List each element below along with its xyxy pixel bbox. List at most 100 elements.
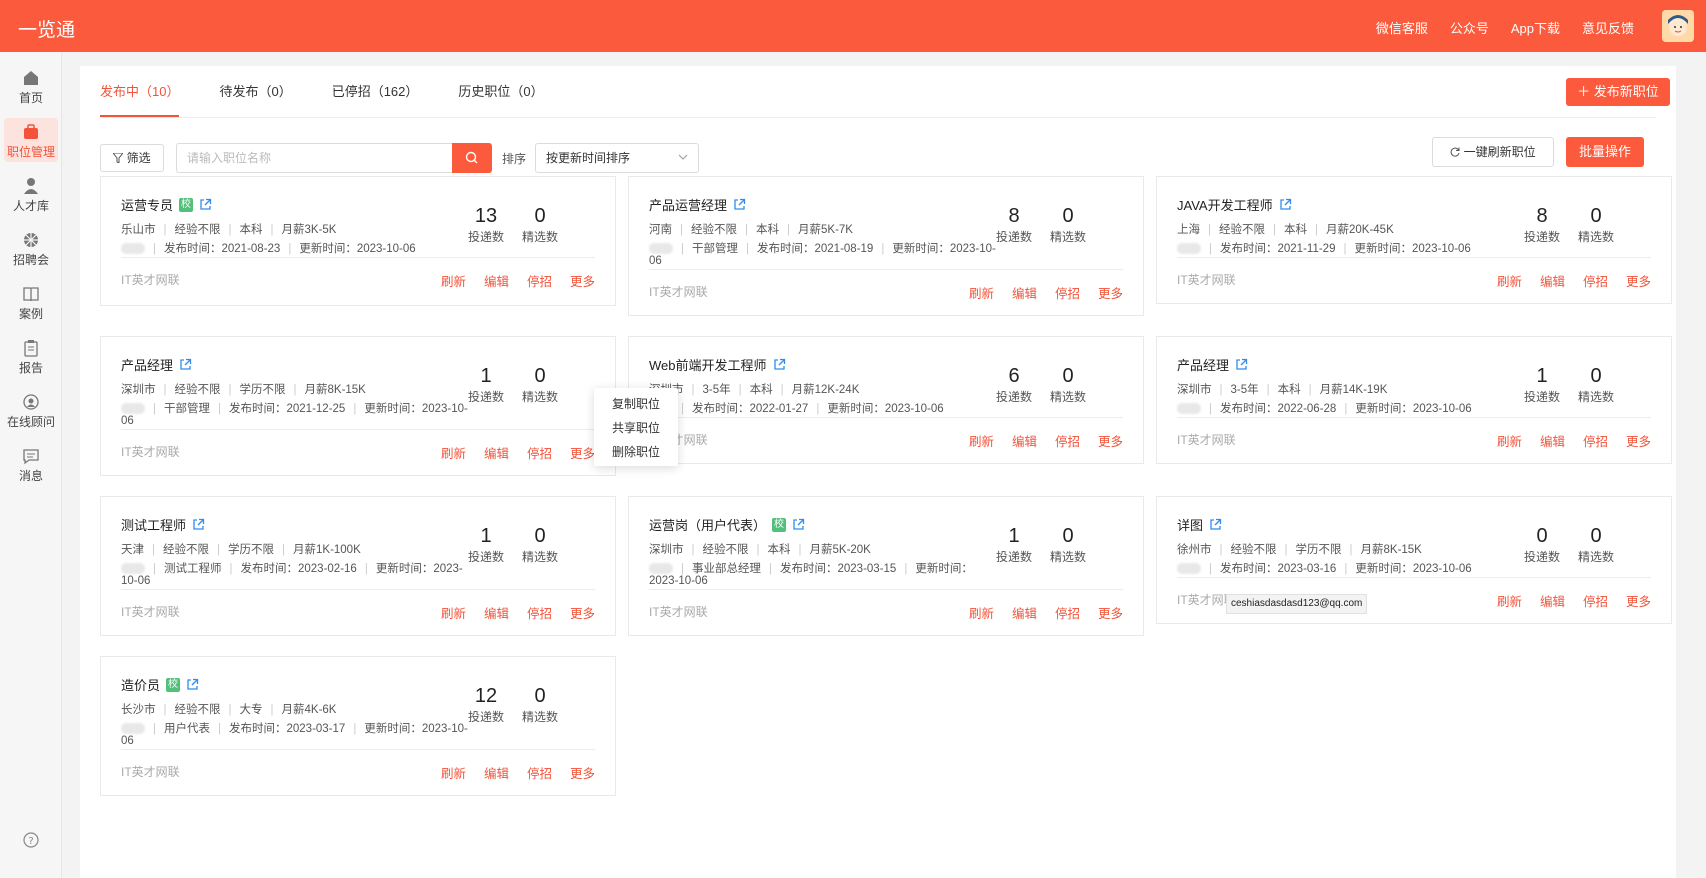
job-title-link[interactable]: 产品经理 <box>1177 355 1248 374</box>
job-title-link[interactable]: Web前端开发工程师 <box>649 355 786 374</box>
more-button[interactable]: 更多 <box>1626 591 1651 610</box>
edit-button[interactable]: 编辑 <box>484 443 509 462</box>
tab-history[interactable]: 历史职位（0） <box>458 66 543 117</box>
tab-paused[interactable]: 已停招（162） <box>332 66 419 117</box>
job-title-link[interactable]: 产品经理 <box>121 355 192 374</box>
delivered-stat[interactable]: 8 投递数 <box>989 205 1039 245</box>
tab-pending[interactable]: 待发布（0） <box>219 66 291 117</box>
refresh-button[interactable]: 刷新 <box>1497 591 1522 610</box>
job-title-link[interactable]: 详图 <box>1177 515 1222 534</box>
selected-stat[interactable]: 0 精选数 <box>1571 365 1621 405</box>
batch-operation-button[interactable]: 批量操作 <box>1566 137 1644 167</box>
pause-button[interactable]: 停招 <box>1583 431 1608 450</box>
external-link-icon[interactable] <box>773 358 786 371</box>
selected-stat[interactable]: 0 精选数 <box>1571 205 1621 245</box>
delivered-stat[interactable]: 8 投递数 <box>1517 205 1567 245</box>
sidebar-item-job-management[interactable]: 职位管理 <box>4 118 58 162</box>
edit-button[interactable]: 编辑 <box>484 763 509 782</box>
pause-button[interactable]: 停招 <box>1055 431 1080 450</box>
search-input[interactable] <box>176 143 452 173</box>
sidebar-item-consultant[interactable]: 在线顾问 <box>4 388 58 432</box>
pause-button[interactable]: 停招 <box>1583 591 1608 610</box>
selected-stat[interactable]: 0 精选数 <box>1571 525 1621 565</box>
refresh-button[interactable]: 刷新 <box>1497 431 1522 450</box>
refresh-button[interactable]: 刷新 <box>969 603 994 622</box>
refresh-button[interactable]: 刷新 <box>1497 271 1522 290</box>
more-button[interactable]: 更多 <box>1098 283 1123 302</box>
more-button[interactable]: 更多 <box>1626 271 1651 290</box>
sidebar-item-cases[interactable]: 案例 <box>4 280 58 324</box>
more-button[interactable]: 更多 <box>570 443 595 462</box>
delivered-stat[interactable]: 1 投递数 <box>989 525 1039 565</box>
edit-button[interactable]: 编辑 <box>484 271 509 290</box>
job-title-link[interactable]: 运营专员校 <box>121 195 212 214</box>
edit-button[interactable]: 编辑 <box>1540 271 1565 290</box>
pause-button[interactable]: 停招 <box>527 603 552 622</box>
menu-item-delete-job[interactable]: 删除职位 <box>594 440 678 464</box>
refresh-button[interactable]: 刷新 <box>441 603 466 622</box>
more-button[interactable]: 更多 <box>1626 431 1651 450</box>
external-link-icon[interactable] <box>186 678 199 691</box>
more-button[interactable]: 更多 <box>570 763 595 782</box>
top-link-official-account[interactable]: 公众号 <box>1450 18 1489 37</box>
tab-publishing[interactable]: 发布中（10） <box>100 66 180 117</box>
external-link-icon[interactable] <box>199 198 212 211</box>
selected-stat[interactable]: 0 精选数 <box>515 205 565 245</box>
job-title-link[interactable]: 产品运营经理 <box>649 195 746 214</box>
selected-stat[interactable]: 0 精选数 <box>1043 365 1093 405</box>
more-button[interactable]: 更多 <box>570 271 595 290</box>
menu-item-share-job[interactable]: 共享职位 <box>594 416 678 440</box>
delivered-stat[interactable]: 13 投递数 <box>461 205 511 245</box>
pause-button[interactable]: 停招 <box>1583 271 1608 290</box>
selected-stat[interactable]: 0 精选数 <box>515 525 565 565</box>
job-title-link[interactable]: 测试工程师 <box>121 515 205 534</box>
more-button[interactable]: 更多 <box>1098 431 1123 450</box>
pause-button[interactable]: 停招 <box>1055 603 1080 622</box>
avatar[interactable] <box>1662 10 1694 42</box>
edit-button[interactable]: 编辑 <box>1012 603 1037 622</box>
pause-button[interactable]: 停招 <box>1055 283 1080 302</box>
job-title-link[interactable]: JAVA开发工程师 <box>1177 195 1292 214</box>
app-logo[interactable]: 一览通 <box>18 15 75 42</box>
refresh-button[interactable]: 刷新 <box>441 443 466 462</box>
pause-button[interactable]: 停招 <box>527 763 552 782</box>
job-title-link[interactable]: 造价员校 <box>121 675 199 694</box>
refresh-button[interactable]: 刷新 <box>969 283 994 302</box>
sidebar-item-messages[interactable]: 消息 <box>4 442 58 486</box>
external-link-icon[interactable] <box>179 358 192 371</box>
more-button[interactable]: 更多 <box>570 603 595 622</box>
job-title-link[interactable]: 运营岗（用户代表） 校 <box>649 515 805 534</box>
sidebar-item-reports[interactable]: 报告 <box>4 334 58 378</box>
refresh-all-button[interactable]: 一键刷新职位 <box>1432 137 1554 167</box>
delivered-stat[interactable]: 6 投递数 <box>989 365 1039 405</box>
top-link-app-download[interactable]: App下载 <box>1511 18 1560 37</box>
more-button[interactable]: 更多 <box>1098 603 1123 622</box>
edit-button[interactable]: 编辑 <box>1540 591 1565 610</box>
sidebar-item-talent-pool[interactable]: 人才库 <box>4 172 58 216</box>
external-link-icon[interactable] <box>733 198 746 211</box>
delivered-stat[interactable]: 1 投递数 <box>1517 365 1567 405</box>
edit-button[interactable]: 编辑 <box>1012 431 1037 450</box>
selected-stat[interactable]: 0 精选数 <box>1043 205 1093 245</box>
publish-job-button[interactable]: ＋ 发布新职位 <box>1566 78 1670 106</box>
edit-button[interactable]: 编辑 <box>484 603 509 622</box>
pause-button[interactable]: 停招 <box>527 271 552 290</box>
refresh-button[interactable]: 刷新 <box>441 271 466 290</box>
selected-stat[interactable]: 0 精选数 <box>1043 525 1093 565</box>
sidebar-item-job-fair[interactable]: 招聘会 <box>4 226 58 270</box>
sort-select[interactable]: 按更新时间排序 <box>535 143 699 173</box>
sidebar-item-home[interactable]: 首页 <box>4 64 58 108</box>
edit-button[interactable]: 编辑 <box>1012 283 1037 302</box>
refresh-button[interactable]: 刷新 <box>969 431 994 450</box>
edit-button[interactable]: 编辑 <box>1540 431 1565 450</box>
selected-stat[interactable]: 0 精选数 <box>515 365 565 405</box>
delivered-stat[interactable]: 1 投递数 <box>461 365 511 405</box>
external-link-icon[interactable] <box>1235 358 1248 371</box>
help-icon[interactable]: ? <box>23 832 39 848</box>
refresh-button[interactable]: 刷新 <box>441 763 466 782</box>
delivered-stat[interactable]: 0 投递数 <box>1517 525 1567 565</box>
top-link-feedback[interactable]: 意见反馈 <box>1582 18 1634 37</box>
filter-button[interactable]: 筛选 <box>100 144 164 172</box>
pause-button[interactable]: 停招 <box>527 443 552 462</box>
selected-stat[interactable]: 0 精选数 <box>515 685 565 725</box>
